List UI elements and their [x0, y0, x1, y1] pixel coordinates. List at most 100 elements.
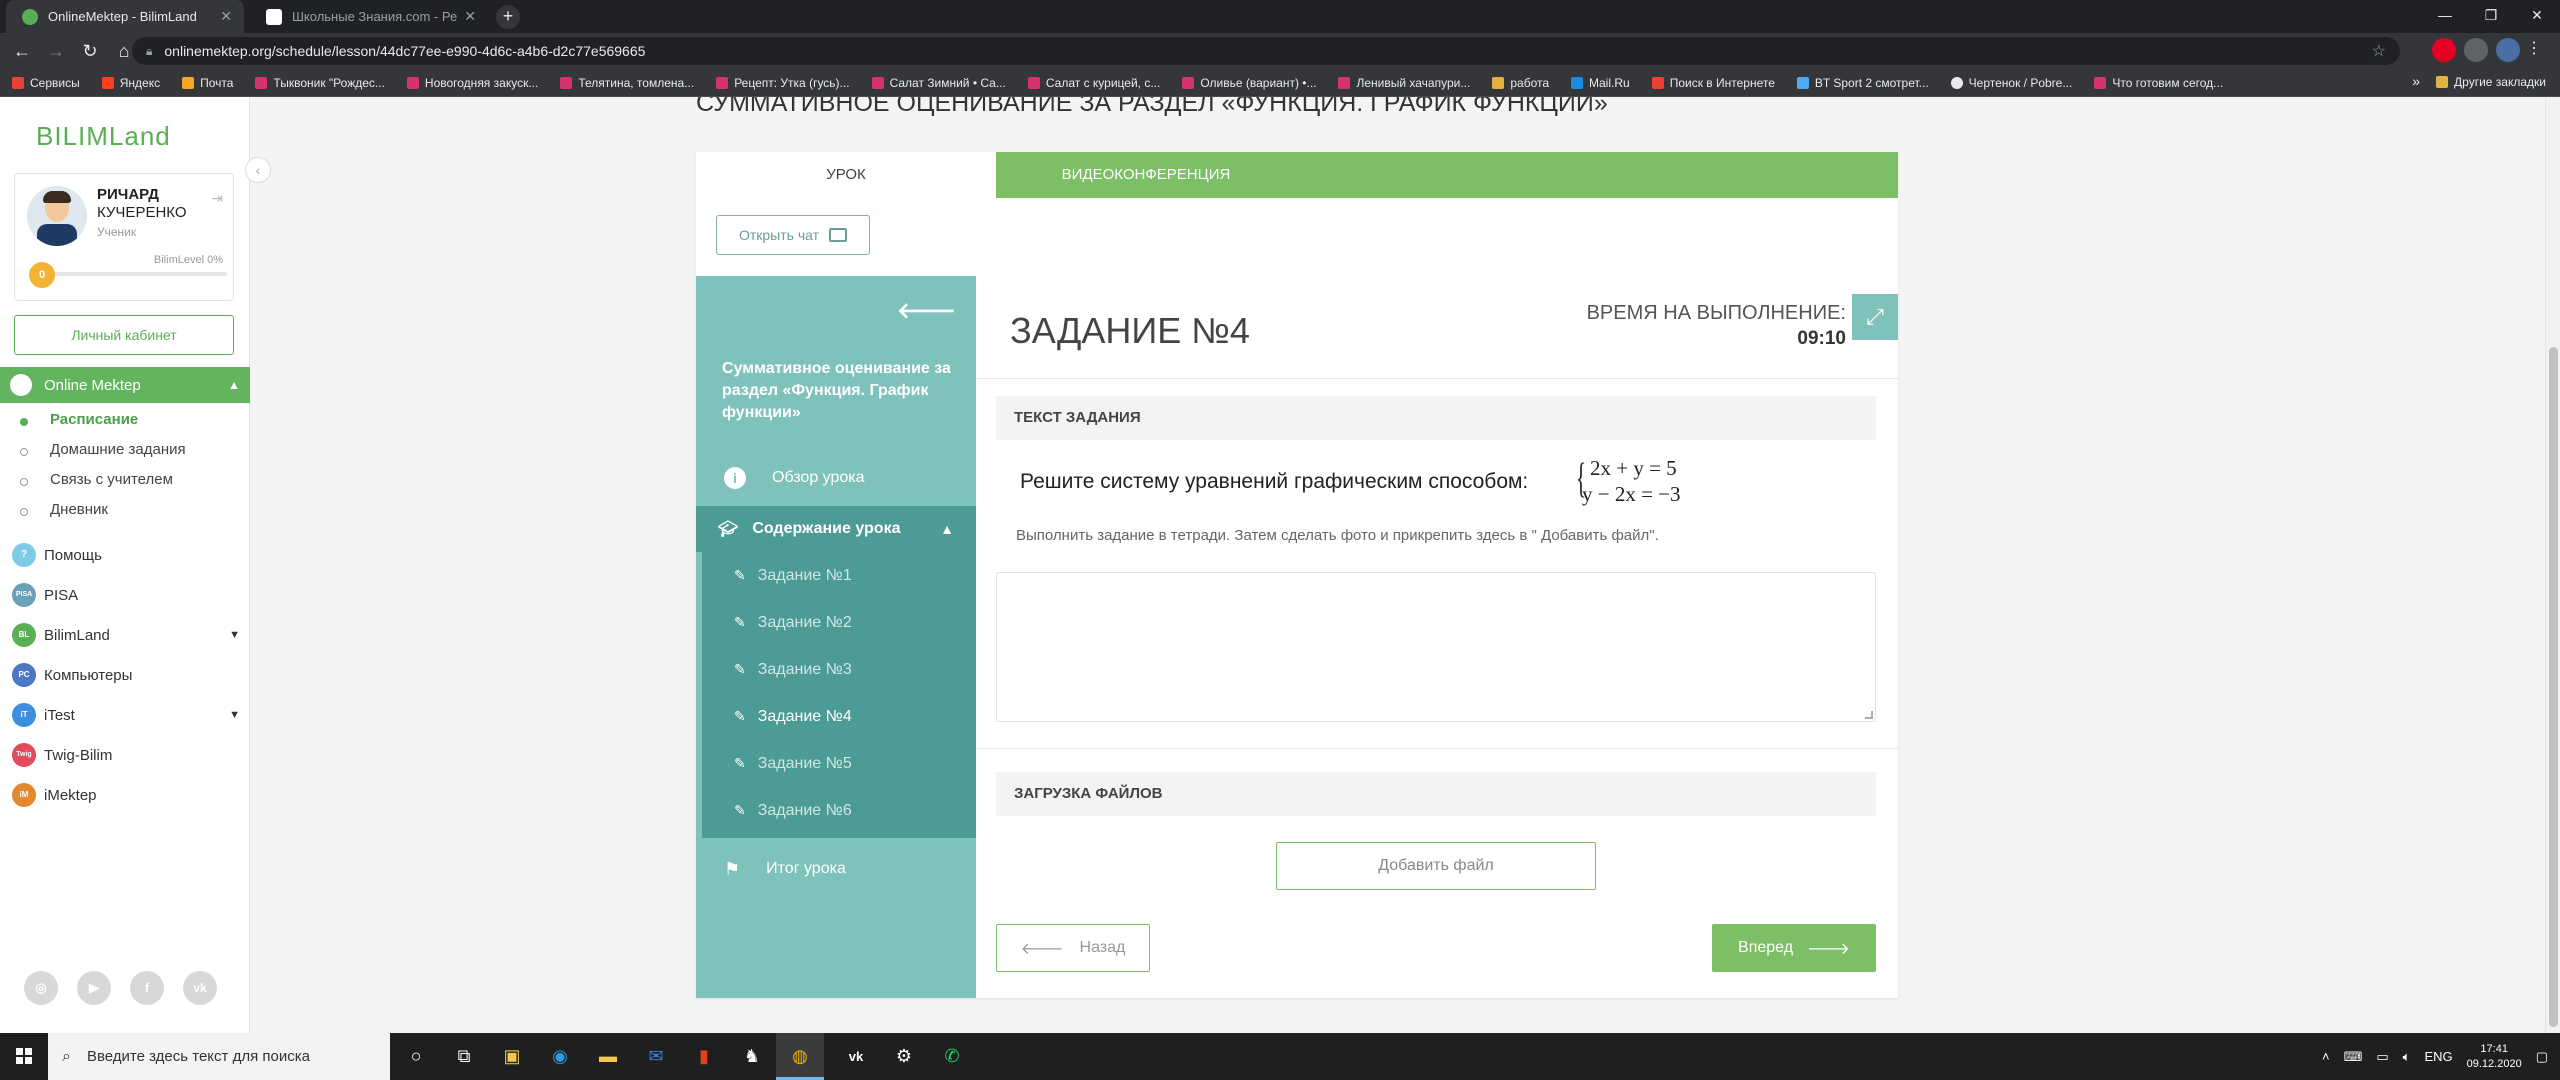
personal-cabinet-button[interactable]: Личный кабинет [14, 315, 234, 355]
submenu-teacher-contact[interactable]: Связь с учителем [0, 465, 250, 495]
back-arrow-icon[interactable]: 🡐 [897, 298, 956, 324]
bookmark-item[interactable]: Mail.Ru [1571, 76, 1630, 90]
bookmark-item[interactable]: Оливье (вариант) •... [1182, 76, 1316, 90]
back-button[interactable]: 🡐 Назад [996, 924, 1150, 972]
bookmark-star-icon[interactable]: ☆ [2372, 41, 2386, 61]
file-explorer-icon[interactable]: ▬ [584, 1033, 632, 1080]
bookmark-item[interactable]: работа [1492, 76, 1549, 90]
bookmark-item[interactable]: Салат Зимний • Са... [871, 76, 1006, 90]
task-item[interactable]: ✎ Задание №2 [702, 599, 976, 646]
page-scrollbar[interactable] [2545, 97, 2560, 1033]
volume-icon[interactable]: 🔈︎ [2403, 1049, 2411, 1065]
notifications-icon[interactable]: ▢ [2536, 1049, 2548, 1065]
task-item[interactable]: ✎ Задание №6 [702, 787, 976, 834]
sidebar-item-bilimland[interactable]: BL BilimLand ▼ [0, 617, 250, 653]
sidebar-collapse-button[interactable]: ‹ [245, 157, 271, 183]
bookmark-item[interactable]: BT Sport 2 смотрет... [1796, 76, 1929, 90]
instagram-icon[interactable]: ◎ [24, 971, 58, 1005]
reload-icon[interactable]: ↻ [76, 37, 104, 65]
bilimland-logo[interactable]: BILIMLand [36, 121, 171, 152]
new-tab-button[interactable]: + [496, 5, 520, 29]
logout-icon[interactable]: ⇥ [211, 190, 223, 207]
answer-textarea[interactable] [996, 572, 1876, 722]
lesson-content-toggle[interactable]: 🎓︎ Содержание урока ▲ [696, 506, 976, 552]
submenu-homework[interactable]: Домашние задания [0, 435, 250, 465]
browser-tab-active[interactable]: OnlineMektep - BilimLand ✕ [6, 0, 244, 33]
extensions-puzzle-icon[interactable] [2464, 38, 2488, 62]
task-view-icon[interactable]: ⧉ [440, 1033, 488, 1080]
task-item[interactable]: ✎ Задание №3 [702, 646, 976, 693]
tray-chevron-up-icon[interactable]: ˄ [2322, 1049, 2330, 1064]
bookmark-item[interactable]: Поиск в Интернете [1651, 76, 1775, 90]
youtube-icon[interactable]: ▶ [77, 971, 111, 1005]
profile-avatar-icon[interactable] [2496, 38, 2520, 62]
steam-icon[interactable]: ⚙ [880, 1033, 928, 1080]
bookmark-item[interactable]: Ленивый хачапури... [1338, 76, 1470, 90]
restore-icon[interactable]: ❐ [2468, 0, 2514, 33]
start-button[interactable] [0, 1033, 48, 1080]
bookmark-item[interactable]: Рецепт: Утка (гусь)... [716, 76, 850, 90]
bookmark-item[interactable]: Салат с курицей, с... [1027, 76, 1160, 90]
bookmark-item[interactable]: Чертенок / Pobre... [1950, 76, 2072, 90]
bookmark-item[interactable]: Яндекс [101, 76, 160, 90]
task-item-current[interactable]: ✎ Задание №4 [702, 693, 976, 740]
sidebar-item-pisa[interactable]: PISA PISA [0, 577, 250, 613]
fullscreen-expand-icon[interactable]: ⤢ [1852, 294, 1898, 340]
mail-icon[interactable]: ✉ [632, 1033, 680, 1080]
sidebar-item-computers[interactable]: PC Компьютеры [0, 657, 250, 693]
close-tab-icon[interactable]: ✕ [220, 8, 232, 25]
close-tab-icon[interactable]: ✕ [464, 8, 476, 25]
bookmark-item[interactable]: Новогодняя закуск... [406, 76, 538, 90]
bookmark-item[interactable]: Что готовим сегод... [2094, 76, 2223, 90]
sidebar-item-online-mektep[interactable]: Online Mektep ▲ [0, 367, 250, 403]
whatsapp-icon[interactable]: ✆ [928, 1033, 976, 1080]
submenu-diary[interactable]: Дневник [0, 495, 250, 525]
recipe-site-icon [716, 76, 729, 89]
lesson-result-link[interactable]: ⚑ Итог урока [696, 846, 976, 892]
submenu-schedule[interactable]: Расписание [0, 405, 250, 435]
lock-icon[interactable]: 🔒︎ [146, 44, 152, 59]
chrome-icon[interactable]: ◍ [776, 1033, 824, 1080]
office-icon[interactable]: ▮ [680, 1033, 728, 1080]
resize-grip-icon[interactable] [1865, 711, 1873, 719]
next-button[interactable]: Вперед 🡒 [1712, 924, 1876, 972]
task-item[interactable]: ✎ Задание №1 [702, 552, 976, 599]
forward-arrow-icon[interactable]: → [42, 37, 70, 65]
sidebar-item-imektep[interactable]: iM iMektep [0, 777, 250, 813]
open-chat-button[interactable]: Открыть чат [716, 215, 870, 255]
clock[interactable]: 17:41 09.12.2020 [2467, 1042, 2522, 1072]
app-icon[interactable]: ♞ [728, 1033, 776, 1080]
menu-dots-icon[interactable]: ⋮ [2526, 38, 2542, 62]
vk-icon[interactable]: vk [183, 971, 217, 1005]
sidebar-item-twig-bilim[interactable]: Twig Twig-Bilim [0, 737, 250, 773]
lesson-overview-link[interactable]: i Обзор урока [696, 456, 976, 500]
more-bookmarks-icon[interactable]: » [2412, 73, 2420, 89]
pinterest-extension-icon[interactable] [2432, 38, 2456, 62]
bookmark-item[interactable]: Телятина, томлена... [560, 76, 694, 90]
back-arrow-icon[interactable]: ← [8, 37, 36, 65]
minimize-icon[interactable]: — [2422, 0, 2468, 33]
sidebar-item-itest[interactable]: iT iTest ▼ [0, 697, 250, 733]
store-icon[interactable]: ▣ [488, 1033, 536, 1080]
vk-icon[interactable]: vk [832, 1033, 880, 1080]
bookmark-item[interactable]: Почта [182, 76, 233, 90]
network-icon[interactable]: ▭ [2376, 1049, 2388, 1065]
keyboard-icon[interactable]: ⌨ [2344, 1049, 2363, 1065]
tab-lesson[interactable]: УРОК [696, 152, 996, 198]
other-bookmarks[interactable]: Другие закладки [2436, 75, 2546, 89]
browser-tab-inactive[interactable]: Школьные Знания.com - Решаю ✕ [250, 0, 488, 33]
cortana-icon[interactable]: ○ [392, 1033, 440, 1080]
language-indicator[interactable]: ENG [2424, 1049, 2452, 1064]
sidebar-item-help[interactable]: ? Помощь [0, 537, 250, 573]
add-file-button[interactable]: Добавить файл [1276, 842, 1596, 890]
scrollbar-thumb[interactable] [2549, 347, 2558, 1027]
taskbar-search-input[interactable]: ⌕ Введите здесь текст для поиска [48, 1033, 390, 1080]
bookmark-item[interactable]: Сервисы [12, 76, 80, 90]
close-window-icon[interactable]: ✕ [2514, 0, 2560, 33]
facebook-icon[interactable]: f [130, 971, 164, 1005]
bookmark-item[interactable]: Тыквоник "Рождес... [255, 76, 385, 90]
address-bar[interactable]: 🔒︎ onlinemektep.org/schedule/lesson/44dc… [132, 37, 2400, 65]
edge-icon[interactable]: ◉ [536, 1033, 584, 1080]
tab-videoconference[interactable]: ВИДЕОКОНФЕРЕНЦИЯ [996, 152, 1296, 198]
task-item[interactable]: ✎ Задание №5 [702, 740, 976, 787]
